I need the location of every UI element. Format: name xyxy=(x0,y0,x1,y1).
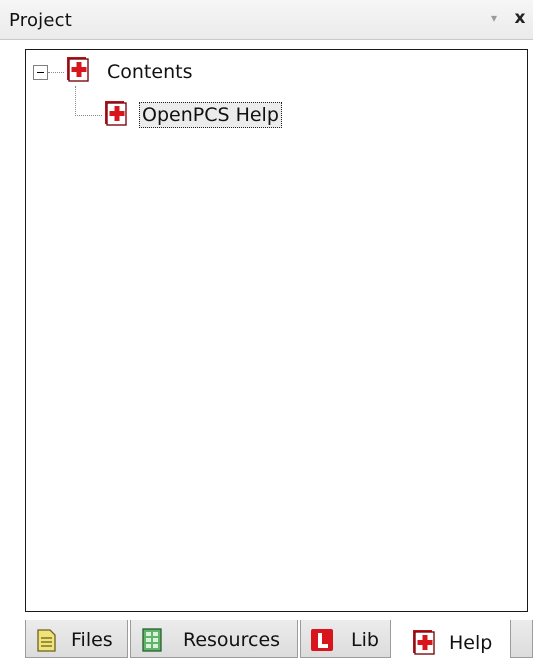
panel-tab-strip: Files Resources Lib Help xyxy=(0,620,533,663)
panel-title: Project xyxy=(9,10,72,31)
tab-help[interactable]: Help xyxy=(393,620,508,663)
close-icon[interactable]: x xyxy=(512,9,528,27)
tree-item-label[interactable]: OpenPCS Help xyxy=(139,102,282,128)
collapse-icon[interactable] xyxy=(33,65,48,80)
tree-item-label: Contents xyxy=(107,61,193,83)
tab-label: Lib xyxy=(351,629,379,651)
panel-titlebar[interactable]: Project ▾ x xyxy=(0,0,533,40)
tab-lib[interactable]: Lib xyxy=(300,620,391,658)
tab-label: Files xyxy=(71,629,113,651)
tree-connector xyxy=(75,115,102,116)
tab-overflow[interactable] xyxy=(510,620,533,658)
help-book-icon xyxy=(67,57,89,82)
help-book-icon xyxy=(105,101,127,126)
help-tree-view[interactable]: Contents OpenPCS Help xyxy=(25,49,528,612)
tab-label: Help xyxy=(449,632,493,654)
lib-icon xyxy=(311,629,333,651)
tab-resources[interactable]: Resources xyxy=(130,620,298,658)
tab-files[interactable]: Files xyxy=(25,620,128,658)
help-book-icon xyxy=(413,630,435,655)
dropdown-arrow-icon[interactable]: ▾ xyxy=(487,11,501,25)
files-icon xyxy=(37,629,56,652)
project-panel: Project ▾ x Contents OpenPCS Help Files … xyxy=(0,0,533,663)
resources-icon xyxy=(142,628,162,652)
tree-connector xyxy=(48,72,64,73)
tree-connector xyxy=(75,86,76,116)
tab-label: Resources xyxy=(183,629,281,651)
